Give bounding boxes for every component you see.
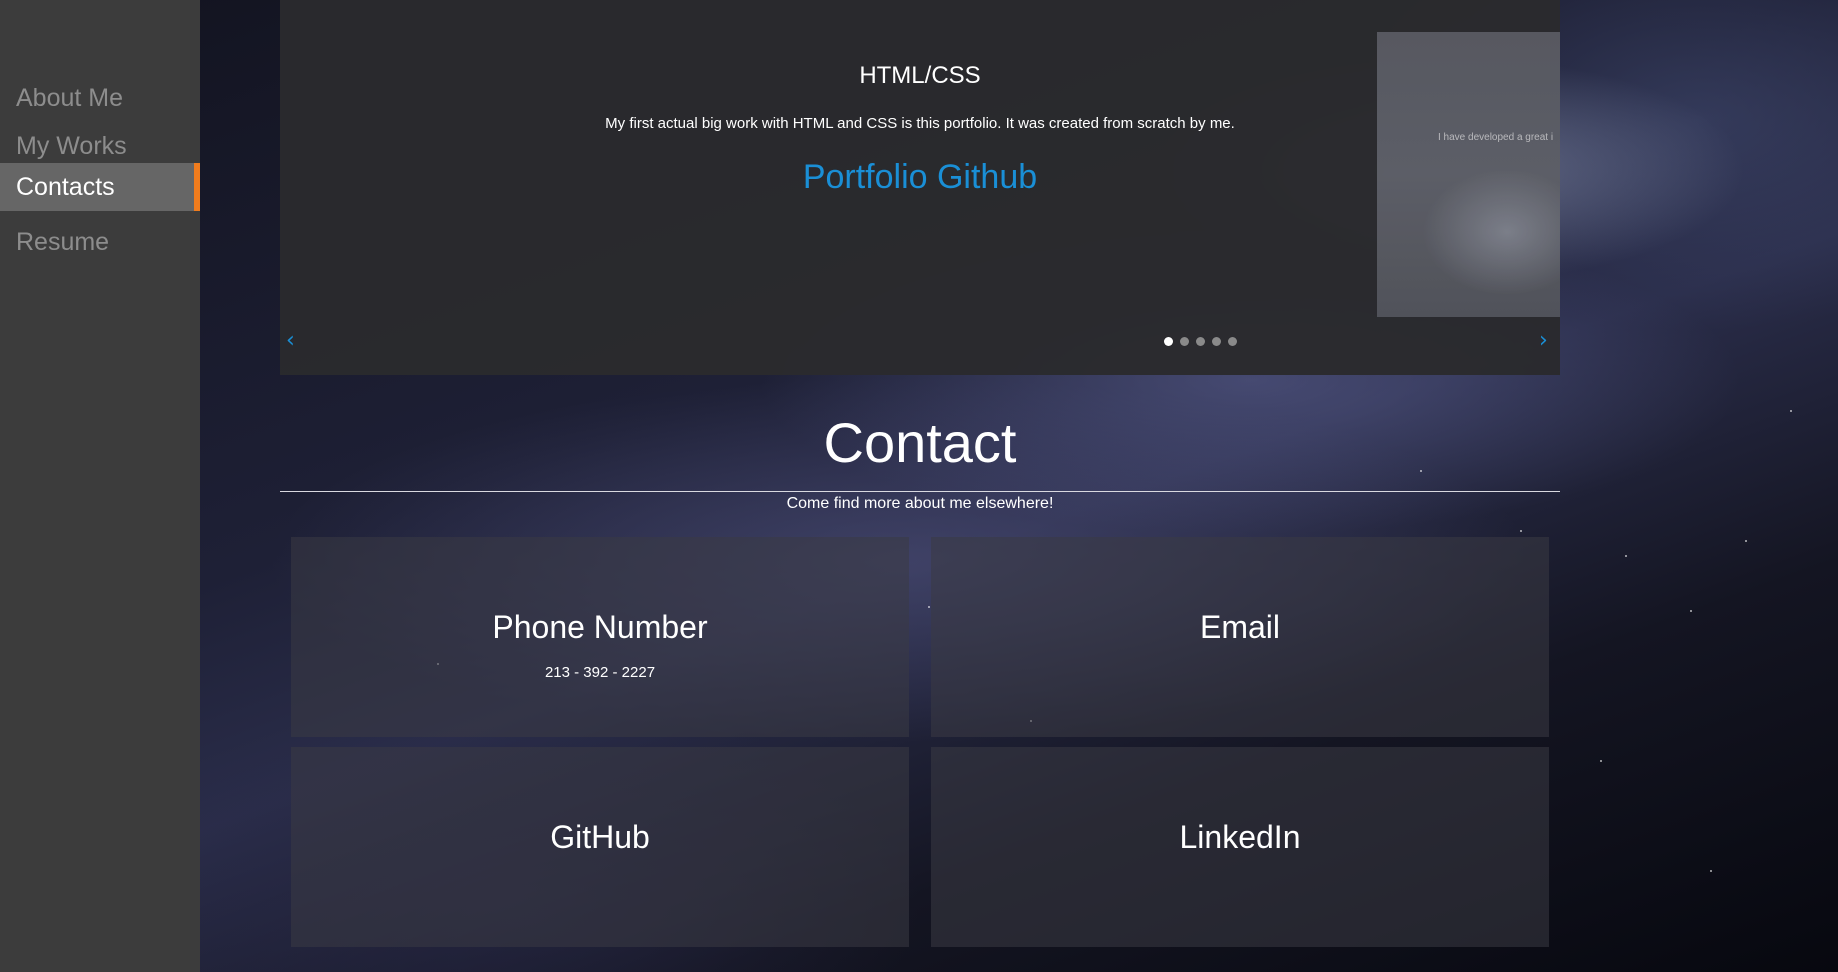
- chevron-left-icon[interactable]: ‹: [286, 330, 295, 352]
- carousel-dot-1[interactable]: [1164, 337, 1173, 346]
- star: [1520, 530, 1522, 532]
- contact-heading: Contact: [823, 411, 1017, 474]
- contact-card-linkedin[interactable]: LinkedIn: [931, 747, 1549, 947]
- sidebar-item-contacts[interactable]: Contacts: [0, 163, 200, 211]
- contact-card-github[interactable]: GitHub: [291, 747, 909, 947]
- sidebar: About Me My Works Contacts Resume: [0, 0, 200, 972]
- slide-description: My first actual big work with HTML and C…: [605, 115, 1235, 132]
- contact-card-email[interactable]: Email: [931, 537, 1549, 737]
- card-title: LinkedIn: [1179, 819, 1301, 855]
- sidebar-item-about-me[interactable]: About Me: [0, 74, 200, 122]
- carousel-dot-3[interactable]: [1196, 337, 1205, 346]
- carousel-dot-2[interactable]: [1180, 337, 1189, 346]
- chevron-right-icon[interactable]: ›: [1539, 330, 1548, 352]
- sidebar-item-resume[interactable]: Resume: [0, 218, 200, 266]
- star: [1625, 555, 1627, 557]
- star: [1710, 870, 1712, 872]
- star: [1600, 760, 1602, 762]
- card-title: Phone Number: [492, 609, 708, 645]
- contact-card-phone[interactable]: Phone Number 213 - 392 - 2227: [291, 537, 909, 737]
- works-carousel: HTML/CSS My first actual big work with H…: [280, 0, 1560, 375]
- carousel-dot-4[interactable]: [1212, 337, 1221, 346]
- next-slide-preview-text: I have developed a great i: [1438, 132, 1554, 143]
- star: [1690, 610, 1692, 612]
- carousel-dot-5[interactable]: [1228, 337, 1237, 346]
- card-title: Email: [1199, 609, 1280, 645]
- card-title: GitHub: [550, 819, 650, 855]
- phone-number-value: 213 - 392 - 2227: [544, 664, 656, 681]
- slide-title: HTML/CSS: [859, 62, 981, 89]
- star: [1745, 540, 1747, 542]
- star: [1790, 410, 1792, 412]
- portfolio-github-link[interactable]: Portfolio Github: [280, 158, 1560, 197]
- contact-subtitle: Come find more about me elsewhere!: [786, 495, 1054, 512]
- star: [928, 606, 930, 608]
- next-slide-preview[interactable]: I have developed a great i: [1377, 32, 1560, 317]
- contact-divider: [280, 491, 1560, 492]
